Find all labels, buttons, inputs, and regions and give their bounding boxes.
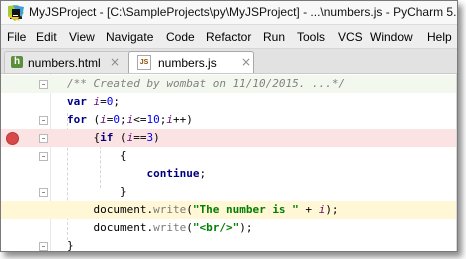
- code-token: ): [153, 131, 160, 144]
- code-line[interactable]: }: [1, 183, 457, 201]
- menu-vcs[interactable]: VCS: [338, 31, 363, 44]
- screenshot-page: MyJSProject - [C:\SampleProjects\py\MyJS…: [0, 0, 466, 259]
- code-token: document.: [67, 221, 154, 234]
- code-token: <=: [133, 113, 147, 126]
- code-token: ++): [173, 113, 193, 126]
- pycharm-window: MyJSProject - [C:\SampleProjects\py\MyJS…: [0, 0, 458, 252]
- fold-marker-icon[interactable]: [39, 188, 48, 197]
- close-icon[interactable]: ×: [240, 56, 252, 68]
- tab-label-numbers-js: numbers.js: [158, 56, 217, 70]
- html-file-icon: h: [11, 56, 23, 68]
- menu-edit[interactable]: Edit: [36, 31, 57, 44]
- code-line-text: document.write("The number is " + i);: [67, 201, 339, 219]
- menu-run[interactable]: Run: [263, 31, 285, 44]
- code-token: {: [67, 131, 101, 144]
- code-token: (: [186, 203, 193, 216]
- code-token: (: [120, 131, 127, 144]
- code-line-text: }: [67, 237, 74, 252]
- code-token: continue: [146, 167, 200, 180]
- tab-numbers-html[interactable]: h numbers.html ×: [4, 51, 132, 73]
- window-title: MyJSProject - [C:\SampleProjects\py\MyJS…: [29, 5, 458, 19]
- code-line-text: }: [67, 183, 127, 201]
- fold-marker-icon[interactable]: [39, 116, 48, 125]
- code-line[interactable]: /** Created by wombat on 11/10/2015. ...…: [1, 75, 457, 93]
- code-line[interactable]: {: [1, 147, 457, 165]
- code-token: }: [67, 239, 74, 252]
- code-line-text: document.write("<br/>");: [67, 219, 252, 237]
- code-token: {: [67, 149, 127, 162]
- code-token: +: [298, 203, 319, 216]
- code-token: ;: [120, 113, 127, 126]
- code-line[interactable]: }: [1, 237, 457, 252]
- code-token: document.: [67, 203, 154, 216]
- code-token: ==: [133, 131, 147, 144]
- code-line-text: continue;: [67, 165, 206, 183]
- code-line[interactable]: {if (i==3): [1, 129, 457, 147]
- menu-window[interactable]: Window: [370, 31, 413, 44]
- menu-code[interactable]: Code: [166, 31, 195, 44]
- code-token: =: [100, 95, 107, 108]
- menu-help[interactable]: Help: [427, 31, 452, 44]
- code-token: );: [239, 221, 253, 234]
- code-line[interactable]: for (i=0;i<=10;i++): [1, 111, 457, 129]
- code-token: ;: [199, 167, 207, 180]
- menu-bar: File Edit View Navigate Code Refactor Ru…: [1, 25, 457, 49]
- menu-navigate[interactable]: Navigate: [106, 31, 153, 44]
- code-token: );: [325, 203, 339, 216]
- code-token: i: [166, 113, 173, 126]
- code-token: }: [67, 185, 127, 198]
- code-token: ;: [113, 95, 120, 108]
- code-token: if: [100, 131, 120, 144]
- code-token: (: [186, 221, 193, 234]
- tab-numbers-js[interactable]: JS numbers.js ×: [128, 51, 254, 73]
- menu-file[interactable]: File: [7, 31, 26, 44]
- fold-marker-icon[interactable]: [39, 242, 48, 251]
- code-line-text: /** Created by wombat on 11/10/2015. ...…: [67, 75, 345, 93]
- code-line[interactable]: continue;: [1, 165, 457, 183]
- code-line[interactable]: document.write("<br/>");: [1, 219, 457, 237]
- code-editor[interactable]: /** Created by wombat on 11/10/2015. ...…: [1, 74, 457, 252]
- code-line-text: {: [67, 147, 127, 165]
- fold-marker-icon[interactable]: [39, 134, 48, 143]
- code-line-text: {if (i==3): [67, 129, 160, 147]
- code-line[interactable]: document.write("The number is " + i);: [1, 201, 457, 219]
- fold-marker-icon[interactable]: [39, 80, 48, 89]
- title-bar: MyJSProject - [C:\SampleProjects\py\MyJS…: [1, 1, 458, 25]
- code-token: "The number is ": [192, 203, 299, 216]
- code-token: i: [100, 113, 107, 126]
- javascript-file-icon: JS: [137, 55, 151, 70]
- code-token: write: [153, 221, 187, 234]
- code-token: "<br/>": [192, 221, 240, 234]
- code-line-text: for (i=0;i<=10;i++): [67, 111, 193, 129]
- code-token: /** Created by wombat on 11/10/2015. ...…: [67, 77, 346, 90]
- code-token: 10: [146, 113, 160, 126]
- menu-tools[interactable]: Tools: [297, 31, 325, 44]
- editor-scrollbar[interactable]: [456, 74, 457, 251]
- breakpoint-icon[interactable]: [6, 132, 19, 145]
- code-token: write: [153, 203, 187, 216]
- code-token: for: [67, 113, 94, 126]
- tab-label-numbers-html: numbers.html: [28, 56, 101, 70]
- editor-tab-bar: h numbers.html × JS numbers.js ×: [1, 49, 457, 74]
- fold-marker-icon[interactable]: [39, 152, 48, 161]
- code-line-text: var i=0;: [67, 93, 120, 111]
- code-token: var: [67, 95, 94, 108]
- code-token: 0: [113, 113, 120, 126]
- menu-view[interactable]: View: [69, 31, 95, 44]
- pycharm-icon: [8, 5, 24, 21]
- code-line[interactable]: var i=0;: [1, 93, 457, 111]
- close-icon[interactable]: ×: [109, 56, 121, 68]
- menu-refactor[interactable]: Refactor: [206, 31, 251, 44]
